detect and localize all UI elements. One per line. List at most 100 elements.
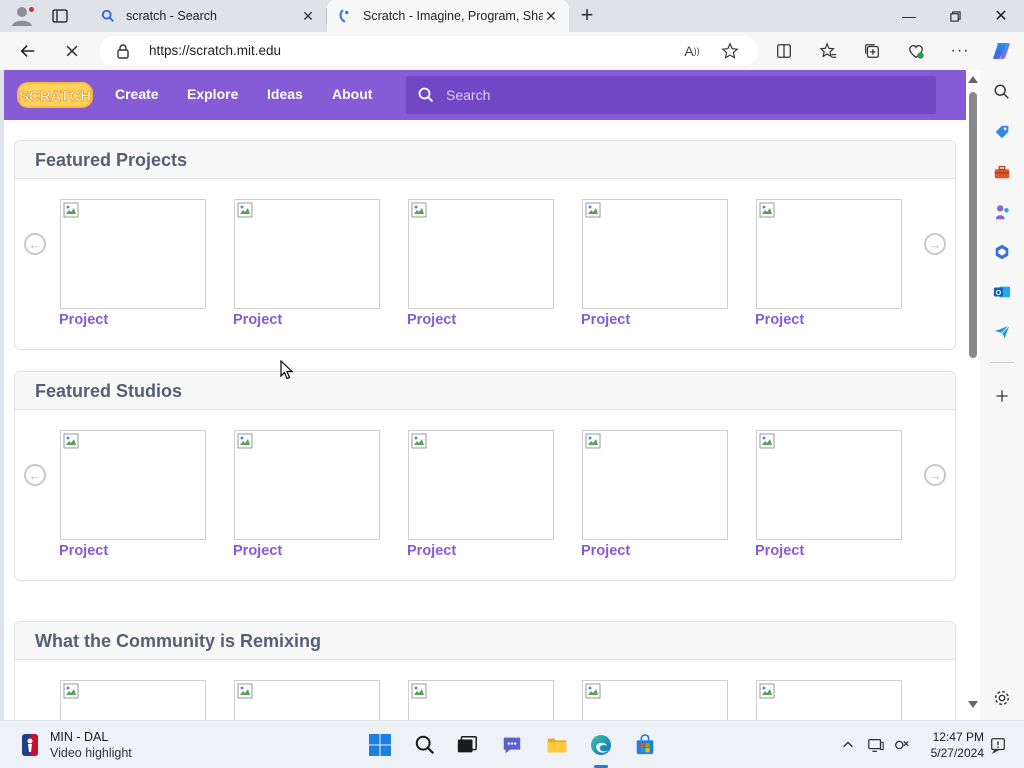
- tab-scratch-search[interactable]: scratch - Search ✕: [90, 0, 326, 32]
- project-tile[interactable]: [756, 680, 902, 720]
- settings-more-button[interactable]: ···: [948, 39, 972, 63]
- carousel-prev-button[interactable]: ←: [24, 464, 46, 486]
- studio-title[interactable]: Project: [581, 543, 728, 559]
- teams-chat-button[interactable]: [498, 731, 526, 759]
- copilot-button[interactable]: [990, 39, 1014, 63]
- system-clock[interactable]: 12:47 PM 5/27/2024: [918, 729, 984, 761]
- task-view-button[interactable]: [453, 731, 481, 759]
- studio-tile[interactable]: Project: [59, 430, 206, 559]
- sidebar-drop-button[interactable]: [992, 322, 1012, 342]
- project-tile[interactable]: Project: [407, 199, 554, 328]
- project-thumbnail[interactable]: [582, 680, 728, 720]
- studio-thumbnail[interactable]: [582, 430, 728, 540]
- show-hidden-icons-button[interactable]: [838, 735, 858, 755]
- project-tile[interactable]: [582, 680, 728, 720]
- scratch-search-input[interactable]: Search: [406, 76, 936, 114]
- project-thumbnail[interactable]: [60, 680, 206, 720]
- studio-thumbnail[interactable]: [234, 430, 380, 540]
- close-icon[interactable]: ✕: [543, 8, 559, 24]
- restore-button[interactable]: [932, 0, 978, 32]
- sidebar-shopping-button[interactable]: [992, 122, 1012, 142]
- scratch-logo-icon: SCRATCH: [17, 82, 93, 108]
- project-tile[interactable]: Project: [581, 199, 728, 328]
- minimize-button[interactable]: —: [886, 0, 932, 32]
- project-thumbnail[interactable]: [582, 199, 728, 309]
- carousel-prev-button[interactable]: ←: [24, 233, 46, 255]
- project-title[interactable]: Project: [233, 312, 380, 328]
- scroll-up-arrow-icon[interactable]: [968, 76, 978, 83]
- page-scrollbar[interactable]: [966, 70, 980, 720]
- project-thumbnail[interactable]: [60, 199, 206, 309]
- studio-title[interactable]: Project: [59, 543, 206, 559]
- studio-thumbnail[interactable]: [60, 430, 206, 540]
- studio-tile[interactable]: Project: [581, 430, 728, 559]
- scratch-logo[interactable]: SCRATCH: [16, 80, 94, 110]
- notifications-button[interactable]: [988, 735, 1008, 755]
- browser-essentials-button[interactable]: [904, 39, 928, 63]
- project-thumbnail[interactable]: [234, 680, 380, 720]
- scroll-down-arrow-icon[interactable]: [968, 701, 978, 708]
- close-window-button[interactable]: ✕: [978, 0, 1024, 32]
- new-tab-button[interactable]: +: [576, 4, 598, 27]
- collections-button[interactable]: [860, 39, 884, 63]
- studio-thumbnail[interactable]: [756, 430, 902, 540]
- project-tile[interactable]: Project: [59, 199, 206, 328]
- close-icon[interactable]: ✕: [300, 8, 316, 24]
- nav-about-link[interactable]: About: [332, 86, 372, 102]
- project-thumbnail[interactable]: [756, 199, 902, 309]
- tab-actions-button[interactable]: [50, 7, 70, 25]
- project-tile[interactable]: [60, 680, 206, 720]
- favorite-star-icon[interactable]: [720, 41, 740, 61]
- tab-title: Scratch - Imagine, Program, Share: [363, 9, 543, 23]
- microsoft-store-button[interactable]: [631, 731, 659, 759]
- stop-loading-button[interactable]: [60, 39, 84, 63]
- project-title[interactable]: Project: [755, 312, 902, 328]
- split-screen-button[interactable]: [772, 39, 796, 63]
- start-button[interactable]: [366, 731, 394, 759]
- tray-network-button[interactable]: [892, 735, 912, 755]
- back-arrow-icon: [20, 45, 35, 57]
- sidebar-search-button[interactable]: [992, 82, 1012, 102]
- studio-title[interactable]: Project: [407, 543, 554, 559]
- profile-button[interactable]: [10, 5, 35, 27]
- taskbar-search-button[interactable]: [411, 731, 439, 759]
- studio-title[interactable]: Project: [755, 543, 902, 559]
- sidebar-outlook-button[interactable]: O: [992, 282, 1012, 302]
- sidebar-settings-button[interactable]: [992, 688, 1012, 708]
- nav-create-link[interactable]: Create: [115, 86, 159, 102]
- sidebar-microsoft365-button[interactable]: [992, 242, 1012, 262]
- project-tile[interactable]: Project: [233, 199, 380, 328]
- project-title[interactable]: Project: [581, 312, 728, 328]
- studio-tile[interactable]: Project: [755, 430, 902, 559]
- project-thumbnail[interactable]: [408, 680, 554, 720]
- tray-device-button[interactable]: [866, 735, 886, 755]
- sidebar-add-button[interactable]: [992, 386, 1012, 406]
- studio-tile[interactable]: Project: [233, 430, 380, 559]
- project-title[interactable]: Project: [407, 312, 554, 328]
- carousel-next-button[interactable]: →: [924, 233, 946, 255]
- project-thumbnail[interactable]: [234, 199, 380, 309]
- sidebar-games-button[interactable]: [992, 202, 1012, 222]
- tab-scratch-home[interactable]: Scratch - Imagine, Program, Share ✕: [327, 0, 569, 32]
- project-tile[interactable]: [408, 680, 554, 720]
- nav-ideas-link[interactable]: Ideas: [267, 86, 303, 102]
- read-aloud-icon[interactable]: A)): [682, 41, 702, 61]
- favorites-button[interactable]: [816, 39, 840, 63]
- edge-taskbar-button[interactable]: [587, 731, 615, 759]
- project-thumbnail[interactable]: [756, 680, 902, 720]
- studio-thumbnail[interactable]: [408, 430, 554, 540]
- widgets-news-button[interactable]: MIN - DAL Video highlight: [20, 729, 150, 761]
- project-title[interactable]: Project: [59, 312, 206, 328]
- studio-title[interactable]: Project: [233, 543, 380, 559]
- project-tile[interactable]: Project: [755, 199, 902, 328]
- carousel-next-button[interactable]: →: [924, 464, 946, 486]
- project-tile[interactable]: [234, 680, 380, 720]
- scrollbar-thumb[interactable]: [969, 92, 977, 358]
- studio-tile[interactable]: Project: [407, 430, 554, 559]
- project-thumbnail[interactable]: [408, 199, 554, 309]
- file-explorer-button[interactable]: [543, 731, 571, 759]
- nav-explore-link[interactable]: Explore: [187, 86, 238, 102]
- address-bar[interactable]: https://scratch.mit.edu A)): [100, 36, 758, 66]
- back-button[interactable]: [16, 39, 40, 63]
- sidebar-tools-button[interactable]: [992, 162, 1012, 182]
